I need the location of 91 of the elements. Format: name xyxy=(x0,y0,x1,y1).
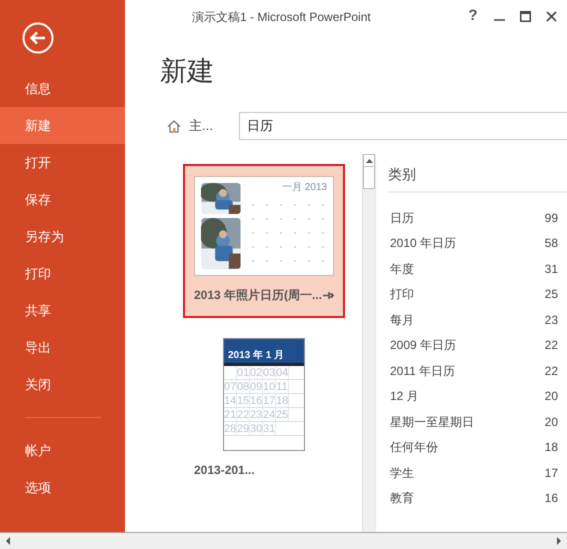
category-row[interactable]: 年度 31 xyxy=(388,256,567,282)
help-button[interactable]: ? xyxy=(461,4,485,28)
category-label: 12 月 xyxy=(390,388,419,406)
sidebar-item[interactable]: 信息 xyxy=(0,70,125,107)
category-row[interactable]: 日历 99 xyxy=(388,205,567,230)
calendar-day: 14 xyxy=(224,394,237,407)
category-count: 25 xyxy=(544,286,558,304)
category-label: 每月 xyxy=(390,312,414,329)
template-card[interactable]: 一月 2013 2013 年照片日历(周一... xyxy=(183,164,345,318)
calendar-day: 22 xyxy=(237,408,250,421)
template-card[interactable]: 2013 年 1 月 01020304 0708091011 1415161718 2122232425 28293031 2013-201... xyxy=(183,326,345,493)
calendar-title: 一月 2013 xyxy=(282,183,327,193)
calendar-day: 25 xyxy=(276,408,289,421)
category-row[interactable]: 2009 年日历 22 xyxy=(388,332,567,358)
category-row[interactable]: 打印 25 xyxy=(388,282,567,307)
close-icon xyxy=(546,10,556,22)
sidebar-item[interactable]: 另存为 xyxy=(0,218,125,255)
pin-icon[interactable] xyxy=(323,290,334,300)
calendar-day: 02 xyxy=(250,366,263,379)
category-label: 日历 xyxy=(390,210,414,227)
calendar-day: 24 xyxy=(263,408,276,421)
calendar-day: 18 xyxy=(276,394,289,407)
category-label: 2011 年日历 xyxy=(390,362,456,380)
sidebar-item[interactable]: 共享 xyxy=(0,292,125,329)
category-label: 2009 年日历 xyxy=(390,337,456,354)
scroll-thumb[interactable] xyxy=(363,167,375,189)
category-count: 58 xyxy=(544,235,558,252)
category-row[interactable]: 星期一至星期日 20 xyxy=(388,409,567,434)
calendar-day: 09 xyxy=(250,380,263,393)
calendar-day: 21 xyxy=(224,408,237,421)
calendar-day: 31 xyxy=(263,422,276,435)
back-icon[interactable] xyxy=(22,22,54,54)
sidebar-item[interactable]: 帐户 xyxy=(0,432,125,469)
categories-title: 类别 xyxy=(388,165,417,184)
calendar-day: 30 xyxy=(250,422,263,435)
category-count: 99 xyxy=(544,210,558,227)
template-name: 2013-201... xyxy=(194,462,255,479)
calendar-day: 08 xyxy=(237,380,250,393)
minimize-icon xyxy=(494,19,504,21)
category-label: 学生 xyxy=(390,464,414,482)
category-label: 教育 xyxy=(390,490,414,508)
home-link[interactable]: 主... xyxy=(189,116,239,136)
category-row[interactable]: 2011 年日历 22 xyxy=(388,358,567,384)
sidebar-item[interactable]: 打开 xyxy=(0,144,125,181)
calendar-title: 2013 年 1 月 xyxy=(228,351,284,361)
calendar-day: 28 xyxy=(224,422,237,435)
category-count: 20 xyxy=(544,388,558,406)
template-name: 2013 年照片日历(周一... xyxy=(194,287,322,304)
page-heading: 新建 xyxy=(160,58,215,85)
category-label: 星期一至星期日 xyxy=(390,414,474,431)
maximize-icon xyxy=(520,10,530,22)
calendar-day: 23 xyxy=(250,408,263,421)
category-count: 22 xyxy=(544,337,558,354)
sidebar-item[interactable]: 保存 xyxy=(0,181,125,218)
category-label: 任何年份 xyxy=(390,439,438,456)
category-label: 打印 xyxy=(390,286,414,304)
category-count: 23 xyxy=(544,312,558,329)
sidebar-item[interactable]: 选项 xyxy=(0,469,125,506)
category-label: 年度 xyxy=(390,260,414,278)
calendar-day: 03 xyxy=(263,366,276,379)
sidebar-item[interactable]: 导出 xyxy=(0,329,125,366)
sidebar-item[interactable]: 打印 xyxy=(0,255,125,292)
category-row[interactable]: 教育 16 xyxy=(388,486,567,511)
category-count: 17 xyxy=(544,464,558,482)
category-label: 2010 年日历 xyxy=(390,235,456,252)
category-count: 31 xyxy=(544,260,558,278)
category-row[interactable]: 每月 23 xyxy=(388,307,567,332)
category-count: 20 xyxy=(544,414,558,431)
category-row[interactable]: 任何年份 18 xyxy=(388,434,567,460)
category-count: 22 xyxy=(544,362,558,380)
calendar-day: 04 xyxy=(276,366,289,379)
category-row[interactable]: 2010 年日历 58 xyxy=(388,230,567,256)
category-count: 18 xyxy=(544,439,558,456)
vertical-scrollbar[interactable] xyxy=(362,154,375,532)
horizontal-scrollbar[interactable] xyxy=(0,532,567,549)
calendar-day: 07 xyxy=(224,380,237,393)
calendar-day: 17 xyxy=(263,394,276,407)
category-row[interactable]: 学生 17 xyxy=(388,460,567,486)
calendar-day: 16 xyxy=(250,394,263,407)
search-field[interactable]: 日历 xyxy=(239,112,567,140)
calendar-day: 10 xyxy=(263,380,276,393)
window-title: 演示文稿1 - Microsoft PowerPoint xyxy=(192,9,371,26)
calendar-day: 11 xyxy=(276,380,289,393)
calendar-day: 15 xyxy=(237,394,250,407)
calendar-day: 29 xyxy=(237,422,250,435)
home-icon[interactable] xyxy=(167,120,181,132)
category-count: 16 xyxy=(544,490,558,508)
calendar-day: 01 xyxy=(237,366,250,379)
sidebar-item[interactable]: 关闭 xyxy=(0,366,125,403)
up-arrow-icon[interactable] xyxy=(366,158,372,162)
category-row[interactable]: 12 月 20 xyxy=(388,384,567,409)
